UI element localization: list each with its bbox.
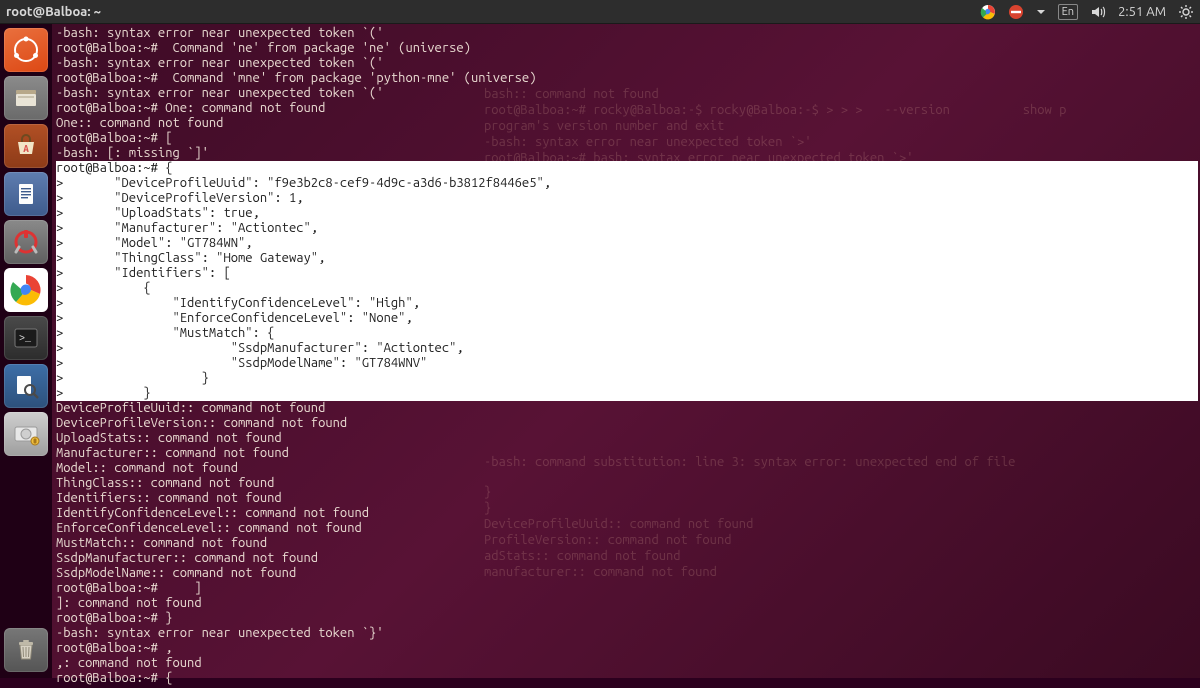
terminal-line: root@Balboa:~# {	[56, 161, 1198, 176]
dash-icon[interactable]	[4, 28, 48, 72]
svg-text:A: A	[23, 143, 29, 154]
terminal-line: > "MustMatch": {	[56, 326, 1198, 341]
terminal-line: > "SsdpModelName": "GT784WNV"	[56, 356, 1198, 371]
terminal-line: -bash: syntax error near unexpected toke…	[56, 26, 1198, 41]
terminal-line: > "DeviceProfileUuid": "f9e3b2c8-cef9-4d…	[56, 176, 1198, 191]
terminal-line: root@Balboa:~# Command 'mne' from packag…	[56, 71, 1198, 86]
terminal-line: -bash: [: missing `]'	[56, 146, 1198, 161]
terminal-line: > "UploadStats": true,	[56, 206, 1198, 221]
document-icon[interactable]	[4, 172, 48, 216]
search-tool-icon[interactable]	[4, 364, 48, 408]
terminal-line: ,: command not found	[56, 656, 1198, 671]
disks-icon[interactable]	[4, 412, 48, 456]
terminal-line: Identifiers:: command not found	[56, 491, 1198, 506]
launcher: A >_	[0, 24, 52, 678]
gear-icon[interactable]	[1178, 4, 1194, 20]
indicator-area: En 2:51 AM	[980, 4, 1194, 20]
terminal-line: > "Identifiers": [	[56, 266, 1198, 281]
svg-text:>_: >_	[19, 334, 32, 345]
settings-icon[interactable]	[4, 220, 48, 264]
terminal-line: > }	[56, 386, 1198, 401]
terminal-line: > "EnforceConfidenceLevel": "None",	[56, 311, 1198, 326]
terminal-line: root@Balboa:~# }	[56, 611, 1198, 626]
sound-icon[interactable]	[1090, 4, 1106, 20]
terminal-line: EnforceConfidenceLevel:: command not fou…	[56, 521, 1198, 536]
terminal-line: DeviceProfileUuid:: command not found	[56, 401, 1198, 416]
top-panel: root@Balboa: ~ En 2:51 AM	[0, 0, 1200, 24]
window-title: root@Balboa: ~	[6, 5, 101, 19]
desktop: bash:: command not found root@Balboa:~# …	[52, 24, 1200, 678]
terminal-line: UploadStats:: command not found	[56, 431, 1198, 446]
terminal-line: root@Balboa:~# ,	[56, 641, 1198, 656]
terminal-line: -bash: syntax error near unexpected toke…	[56, 56, 1198, 71]
chrome-indicator-icon[interactable]	[980, 4, 996, 20]
terminal-line: root@Balboa:~# {	[56, 671, 1198, 686]
noentry-icon[interactable]	[1008, 4, 1024, 20]
terminal-line: > "IdentifyConfidenceLevel": "High",	[56, 296, 1198, 311]
terminal-line: > {	[56, 281, 1198, 296]
terminal-selection: root@Balboa:~# {> "DeviceProfileUuid": "…	[56, 161, 1198, 401]
terminal-line: SsdpModelName:: command not found	[56, 566, 1198, 581]
terminal-line: root@Balboa:~# [	[56, 131, 1198, 146]
terminal-line: > "SsdpManufacturer": "Actiontec",	[56, 341, 1198, 356]
terminal-line: ]: command not found	[56, 596, 1198, 611]
terminal-line: MustMatch:: command not found	[56, 536, 1198, 551]
software-center-icon[interactable]: A	[4, 124, 48, 168]
terminal-line: DeviceProfileVersion:: command not found	[56, 416, 1198, 431]
terminal-line: > "Model": "GT784WN",	[56, 236, 1198, 251]
trash-icon[interactable]	[4, 628, 48, 672]
terminal-line: SsdpManufacturer:: command not found	[56, 551, 1198, 566]
terminal-line: Model:: command not found	[56, 461, 1198, 476]
terminal-line: -bash: syntax error near unexpected toke…	[56, 626, 1198, 641]
terminal-line: root@Balboa:~# One: command not found	[56, 101, 1198, 116]
keyboard-indicator[interactable]: En	[1058, 4, 1078, 20]
terminal-content[interactable]: -bash: syntax error near unexpected toke…	[52, 24, 1200, 688]
terminal-line: > "Manufacturer": "Actiontec",	[56, 221, 1198, 236]
terminal-line: > "ThingClass": "Home Gateway",	[56, 251, 1198, 266]
terminal-line: Manufacturer:: command not found	[56, 446, 1198, 461]
terminal-line: One:: command not found	[56, 116, 1198, 131]
terminal-line: ThingClass:: command not found	[56, 476, 1198, 491]
dropdown-arrow-icon[interactable]	[1036, 7, 1046, 17]
terminal-window[interactable]: -bash: syntax error near unexpected toke…	[52, 24, 1200, 678]
terminal-line: root@Balboa:~# Command 'ne' from package…	[56, 41, 1198, 56]
terminal-line: > }	[56, 371, 1198, 386]
terminal-line: root@Balboa:~# ]	[56, 581, 1198, 596]
files-icon[interactable]	[4, 76, 48, 120]
terminal-icon[interactable]: >_	[4, 316, 48, 360]
clock[interactable]: 2:51 AM	[1118, 5, 1166, 19]
terminal-line: IdentifyConfidenceLevel:: command not fo…	[56, 506, 1198, 521]
chrome-icon[interactable]	[4, 268, 48, 312]
terminal-line: -bash: syntax error near unexpected toke…	[56, 86, 1198, 101]
terminal-line: > "DeviceProfileVersion": 1,	[56, 191, 1198, 206]
